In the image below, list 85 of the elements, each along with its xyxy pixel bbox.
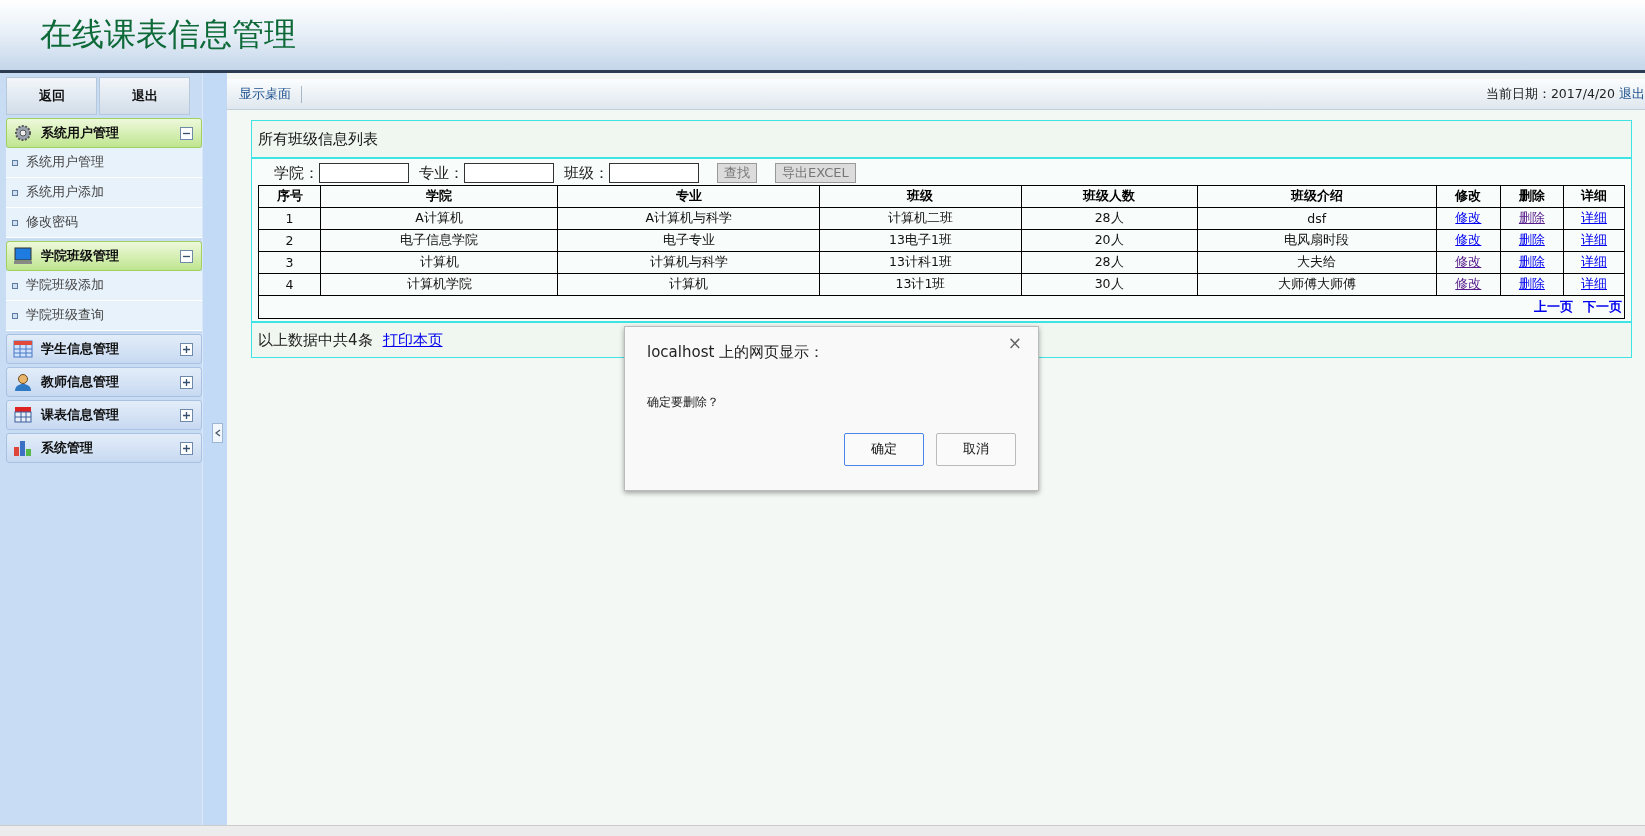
menu-group-label: 教师信息管理 (41, 373, 120, 391)
close-button[interactable]: × (1007, 333, 1022, 353)
chevron-left-icon (214, 429, 221, 437)
table-cell: 电子信息学院 (320, 229, 558, 252)
table-cell: 大夫给 (1197, 251, 1437, 274)
menu-group-label: 系统用户管理 (41, 124, 120, 142)
expand-icon[interactable] (180, 375, 193, 389)
collapse-icon[interactable] (180, 249, 193, 263)
table-cell: 4 (258, 273, 321, 296)
filter-label: 班级： (564, 163, 609, 183)
table-cell: 2 (258, 229, 321, 252)
pager-link[interactable]: 下一页 (1583, 299, 1622, 314)
sidebar-button[interactable]: 退出 (99, 77, 190, 115)
expand-icon[interactable] (180, 408, 193, 422)
filter-field[interactable] (609, 163, 699, 183)
column-header: 序号 (258, 185, 321, 208)
collapse-sidebar-button[interactable] (212, 423, 223, 443)
menu-group-header[interactable]: 教师信息管理 (6, 367, 202, 397)
table-cell: A计算机 (320, 207, 558, 230)
panel-title: 所有班级信息列表 (252, 121, 1631, 159)
expand-icon[interactable] (180, 342, 193, 356)
collapse-icon[interactable] (180, 126, 193, 140)
filter-field[interactable] (319, 163, 409, 183)
record-count: 以上数据中共4条 (258, 330, 373, 350)
table-cell: 计算机 (320, 251, 558, 274)
table-cell: 电子专业 (557, 229, 820, 252)
table-icon (13, 340, 33, 358)
table-cell: 计算机 (557, 273, 820, 296)
table-cell: 30人 (1021, 273, 1198, 296)
current-date: 当前日期：2017/4/20 (1485, 85, 1615, 103)
menu-group-header[interactable]: 系统管理 (6, 433, 202, 463)
menu-group-header[interactable]: 学院班级管理 (6, 241, 202, 271)
app-title: 在线课表信息管理 (40, 14, 296, 55)
menu-item[interactable]: 修改密码 (6, 208, 202, 238)
table-cell: 13电子1班 (819, 229, 1022, 252)
expand-icon[interactable] (180, 441, 193, 455)
table-cell: 1 (258, 207, 321, 230)
column-header: 专业 (557, 185, 820, 208)
column-header: 修改 (1436, 185, 1501, 208)
dialog-button[interactable]: 取消 (936, 433, 1016, 466)
filter-label: 专业： (419, 163, 464, 183)
column-header: 班级介绍 (1197, 185, 1437, 208)
bar-chart-icon (13, 439, 33, 457)
table-cell: 电风扇时段 (1197, 229, 1437, 252)
gear-icon (13, 124, 33, 142)
table-cell: 20人 (1021, 229, 1198, 252)
table-cell: 28人 (1021, 251, 1198, 274)
menu-group-label: 学生信息管理 (41, 340, 120, 358)
table-cell: 计算机学院 (320, 273, 558, 296)
table-cell: 28人 (1021, 207, 1198, 230)
sidebar-button[interactable]: 返回 (6, 77, 97, 115)
menu-group-label: 课表信息管理 (41, 406, 120, 424)
dialog-message: 确定要删除？ (646, 393, 720, 411)
dialog-title: localhost 上的网页显示： (647, 342, 826, 362)
table-cell: 13计科1班 (819, 251, 1022, 274)
column-header: 班级人数 (1021, 185, 1198, 208)
pager-link[interactable]: 上一页 (1534, 299, 1573, 314)
table-cell: 计算机与科学 (557, 251, 820, 274)
menu-item[interactable]: 学院班级添加 (6, 271, 202, 301)
table-cell: 大师傅大师傅 (1197, 273, 1437, 296)
table-cell: dsf (1197, 207, 1437, 230)
person-icon (13, 373, 33, 391)
logout-link[interactable]: 退出 (1619, 85, 1645, 103)
column-header: 班级 (819, 185, 1022, 208)
menu-group-header[interactable]: 学生信息管理 (6, 334, 202, 364)
filter-label: 学院： (274, 163, 319, 183)
menu-item[interactable]: 学院班级查询 (6, 301, 202, 331)
menu-group-label: 学院班级管理 (41, 247, 120, 265)
monitor-icon (13, 247, 33, 265)
menu-group-header[interactable]: 系统用户管理 (6, 118, 202, 148)
table-cell: 13计1班 (819, 273, 1022, 296)
dialog-button[interactable]: 确定 (844, 433, 924, 466)
table-cell: A计算机与科学 (557, 207, 820, 230)
column-header: 学院 (320, 185, 558, 208)
show-desktop-link[interactable]: 显示桌面 (239, 85, 302, 103)
table-cell: 计算机二班 (819, 207, 1022, 230)
menu-item[interactable]: 系统用户管理 (6, 148, 202, 178)
column-header: 删除 (1500, 185, 1564, 208)
filter-field[interactable] (464, 163, 554, 183)
menu-group-header[interactable]: 课表信息管理 (6, 400, 202, 430)
table-cell: 3 (258, 251, 321, 274)
menu-item[interactable]: 系统用户添加 (6, 178, 202, 208)
menu-group-label: 系统管理 (41, 439, 94, 457)
print-link[interactable]: 打印本页 (382, 330, 443, 350)
column-header: 详细 (1563, 185, 1625, 208)
